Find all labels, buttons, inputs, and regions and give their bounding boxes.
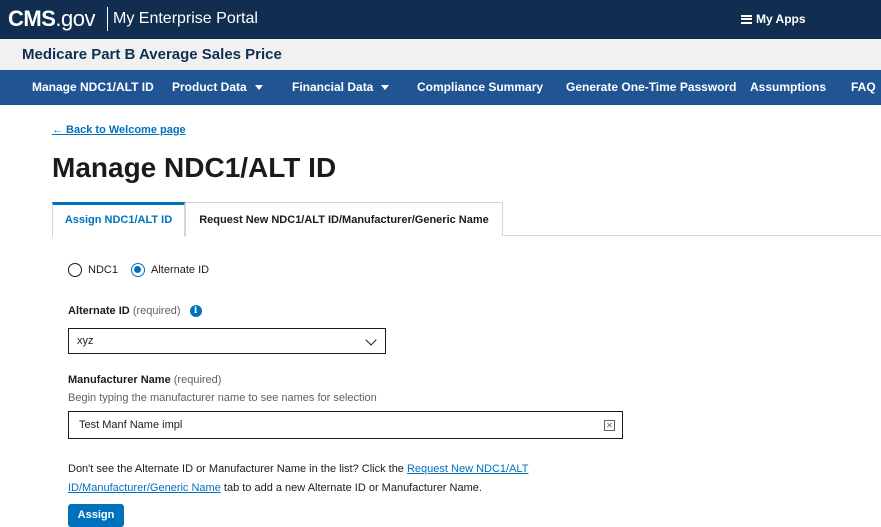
cms-logo[interactable]: CMS.gov (8, 6, 95, 32)
alt-id-value: xyz (77, 335, 94, 347)
manufacturer-value: Test Manf Name impl (79, 419, 183, 431)
info-icon[interactable]: i (189, 305, 202, 318)
app-title: Medicare Part B Average Sales Price (22, 46, 282, 63)
manf-required: (required) (173, 374, 222, 386)
nav-label: Assumptions (750, 80, 827, 94)
radio-ndc1[interactable] (68, 263, 82, 277)
nav-item-otp[interactable]: Generate One-Time Password (566, 70, 737, 105)
alt-id-select[interactable]: xyz (68, 328, 386, 354)
manf-hint: Begin typing the manufacturer name to se… (68, 392, 377, 404)
radio-ndc1-label: NDC1 (88, 264, 118, 276)
main-nav: Manage NDC1/ALT ID Product Data Financia… (0, 70, 881, 105)
top-header: CMS.gov My Enterprise Portal My Apps (0, 0, 881, 39)
chevron-down-icon (365, 334, 377, 346)
logo-divider (107, 7, 108, 31)
tab-request-new[interactable]: Request New NDC1/ALT ID/Manufacturer/Gen… (185, 202, 503, 236)
nav-label: Generate One-Time Password (566, 80, 737, 94)
radio-alternate-id[interactable] (131, 263, 145, 277)
nav-item-product-data[interactable]: Product Data (172, 70, 263, 105)
manf-label-text: Manufacturer Name (68, 374, 171, 386)
back-link[interactable]: ← Back to Welcome page (52, 124, 186, 136)
caret-down-icon (381, 85, 390, 91)
nav-item-financial-data[interactable]: Financial Data (292, 70, 390, 105)
assign-button[interactable]: Assign (68, 504, 124, 527)
nav-label: Product Data (172, 80, 247, 94)
nav-label: FAQ (851, 80, 876, 94)
nav-item-assumptions[interactable]: Assumptions (750, 70, 826, 105)
radio-ndc1-option[interactable]: NDC1 (68, 263, 118, 277)
manufacturer-input[interactable]: Test Manf Name impl ✕ (68, 411, 623, 439)
my-apps-button[interactable]: My Apps (741, 12, 806, 26)
nav-item-faq[interactable]: FAQ (851, 70, 876, 105)
radio-alt-label: Alternate ID (151, 264, 210, 276)
alt-id-label-text: Alternate ID (68, 305, 130, 317)
nav-label: Financial Data (292, 80, 374, 94)
caret-down-icon (254, 85, 263, 91)
help-link-part-2: ID/Manufacturer/Generic Name (68, 482, 221, 494)
radio-alt-option[interactable]: Alternate ID (131, 263, 209, 277)
nav-label: Manage NDC1/ALT ID (32, 80, 154, 94)
alt-id-label: Alternate ID (required) i (68, 305, 202, 318)
help-link-part-1: Request New NDC1/ALT (406, 463, 529, 475)
nav-item-manage-ndc1[interactable]: Manage NDC1/ALT ID (32, 70, 154, 105)
portal-name: My Enterprise Portal (113, 10, 258, 27)
logo-suffix: .gov (55, 6, 95, 31)
help-text-after: tab to add a new Alternate ID or Manufac… (220, 482, 482, 494)
app-title-bar: Medicare Part B Average Sales Price (0, 39, 881, 70)
help-text-before: Don't see the Alternate ID or Manufactur… (68, 463, 407, 475)
manf-label: Manufacturer Name (required) (68, 374, 221, 386)
list-icon (741, 14, 752, 24)
tab-assign[interactable]: Assign NDC1/ALT ID (52, 202, 185, 237)
nav-item-compliance-summary[interactable]: Compliance Summary (417, 70, 543, 105)
nav-label: Compliance Summary (417, 80, 544, 94)
my-apps-label: My Apps (756, 12, 806, 26)
page-title: Manage NDC1/ALT ID (52, 152, 337, 183)
help-text: Don't see the Alternate ID or Manufactur… (68, 460, 628, 498)
clear-icon[interactable]: ✕ (604, 420, 615, 431)
alt-id-required: (required) (132, 305, 181, 317)
logo-main: CMS (8, 6, 56, 31)
